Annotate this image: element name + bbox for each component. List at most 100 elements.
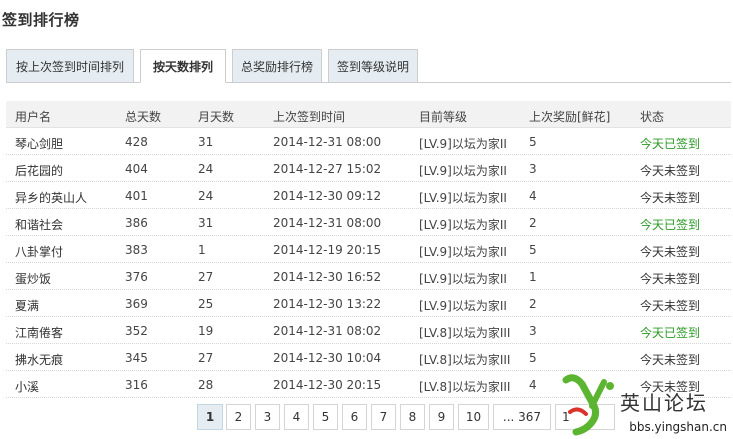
last-checkin-time: 2014-12-19 20:15 [273, 243, 382, 257]
username-link[interactable]: 后花园的 [15, 162, 63, 179]
total-days: 428 [125, 135, 148, 149]
user-level: [LV.9]以坛为家II [419, 218, 507, 232]
user-level: [LV.9]以坛为家II [419, 164, 507, 178]
month-days: 31 [198, 216, 214, 230]
page-button[interactable]: 9 [429, 404, 454, 430]
status-badge: 今天已签到 [640, 137, 701, 151]
last-checkin-time: 2014-12-27 15:02 [273, 162, 382, 176]
last-reward: 5 [529, 135, 537, 149]
status-badge: 今天未签到 [640, 353, 701, 367]
watermark-logo-text: 英山论坛 [620, 391, 708, 415]
last-checkin-time: 2014-12-30 20:15 [273, 378, 382, 392]
status-badge: 今天未签到 [640, 245, 701, 259]
page-button[interactable]: 10 [458, 404, 489, 430]
column-header-last-checkin: 上次签到时间 [273, 110, 346, 124]
month-days: 25 [198, 297, 214, 311]
table-row: 蛋炒饭 376 27 2014-12-30 16:52 [LV.9]以坛为家II… [6, 263, 731, 290]
total-days: 345 [125, 351, 148, 365]
username-link[interactable]: 琴心剑胆 [15, 135, 63, 152]
last-checkin-time: 2014-12-30 10:04 [273, 351, 382, 365]
total-days: 352 [125, 324, 148, 338]
username-link[interactable]: 八卦掌付 [15, 243, 63, 260]
page-button[interactable]: 3 [255, 404, 280, 430]
table-row: 后花园的 404 24 2014-12-27 15:02 [LV.9]以坛为家I… [6, 155, 731, 182]
last-page-button[interactable]: ... 367 [493, 404, 551, 430]
username-link[interactable]: 蛋炒饭 [15, 270, 51, 287]
user-level: [LV.8]以坛为家III [419, 353, 511, 367]
table-row: 拂水无痕 345 27 2014-12-30 10:04 [LV.8]以坛为家I… [6, 344, 731, 371]
user-level: [LV.9]以坛为家II [419, 272, 507, 286]
page-button[interactable]: 2 [226, 404, 251, 430]
table-row: 琴心剑胆 428 31 2014-12-31 08:00 [LV.9]以坛为家I… [6, 128, 731, 155]
total-days: 383 [125, 243, 148, 257]
status-badge: 今天未签到 [640, 272, 701, 286]
total-days: 401 [125, 189, 148, 203]
last-reward: 4 [529, 189, 537, 203]
total-days: 376 [125, 270, 148, 284]
page-button[interactable]: 5 [313, 404, 338, 430]
status-badge: 今天未签到 [640, 164, 701, 178]
tab-total-reward-ranking[interactable]: 总奖励排行榜 [232, 49, 322, 83]
column-header-status: 状态 [640, 110, 665, 124]
username-link[interactable]: 拂水无痕 [15, 351, 63, 368]
table-row: 江南倦客 352 19 2014-12-31 08:02 [LV.8]以坛为家I… [6, 317, 731, 344]
last-checkin-time: 2014-12-30 16:52 [273, 270, 382, 284]
month-days: 19 [198, 324, 214, 338]
user-level: [LV.9]以坛为家II [419, 299, 507, 313]
month-days: 24 [198, 162, 214, 176]
last-checkin-time: 2014-12-31 08:00 [273, 135, 382, 149]
month-days: 1 [198, 243, 206, 257]
table-row: 和谐社会 386 31 2014-12-31 08:00 [LV.9]以坛为家I… [6, 209, 731, 236]
tab-level-description[interactable]: 签到等级说明 [328, 49, 418, 83]
column-header-total-days: 总天数 [125, 110, 162, 124]
username-link[interactable]: 江南倦客 [15, 324, 63, 341]
column-header-level: 目前等级 [419, 110, 468, 124]
page-button-current[interactable]: 1 [197, 404, 223, 430]
page-button[interactable]: 6 [342, 404, 367, 430]
site-watermark: 英山论坛 bbs.yingshan.cn [560, 372, 733, 438]
ranking-table-body: 琴心剑胆 428 31 2014-12-31 08:00 [LV.9]以坛为家I… [6, 128, 731, 398]
column-header-username: 用户名 [15, 110, 52, 124]
tab-bar: 按上次签到时间排列 按天数排列 总奖励排行榜 签到等级说明 [6, 49, 731, 83]
username-link[interactable]: 和谐社会 [15, 216, 63, 233]
table-row: 夏满 369 25 2014-12-30 13:22 [LV.9]以坛为家II … [6, 290, 731, 317]
column-header-last-reward: 上次奖励[鲜花] [529, 110, 611, 124]
page-button[interactable]: 8 [400, 404, 425, 430]
last-reward: 4 [529, 378, 537, 392]
total-days: 386 [125, 216, 148, 230]
column-header-month-days: 月天数 [198, 110, 235, 124]
page-button[interactable]: 4 [284, 404, 309, 430]
table-row: 八卦掌付 383 1 2014-12-19 20:15 [LV.9]以坛为家II… [6, 236, 731, 263]
total-days: 369 [125, 297, 148, 311]
user-level: [LV.9]以坛为家II [419, 137, 507, 151]
table-row: 异乡的英山人 401 24 2014-12-30 09:12 [LV.9]以坛为… [6, 182, 731, 209]
user-level: [LV.9]以坛为家II [419, 191, 507, 205]
last-checkin-time: 2014-12-30 09:12 [273, 189, 382, 203]
user-level: [LV.8]以坛为家III [419, 380, 511, 394]
username-link[interactable]: 小溪 [15, 378, 39, 395]
last-reward: 1 [529, 270, 537, 284]
page-title: 签到排行榜 [2, 11, 80, 29]
tab-sort-by-days[interactable]: 按天数排列 [140, 49, 226, 83]
month-days: 28 [198, 378, 214, 392]
total-days: 316 [125, 378, 148, 392]
status-badge: 今天未签到 [640, 191, 701, 205]
total-days: 404 [125, 162, 148, 176]
user-level: [LV.9]以坛为家II [419, 245, 507, 259]
status-badge: 今天未签到 [640, 299, 701, 313]
last-reward: 5 [529, 351, 537, 365]
tab-sort-by-last-checkin[interactable]: 按上次签到时间排列 [6, 49, 134, 83]
last-reward: 3 [529, 162, 537, 176]
page-button[interactable]: 7 [371, 404, 396, 430]
status-badge: 今天已签到 [640, 218, 701, 232]
month-days: 27 [198, 270, 214, 284]
username-link[interactable]: 夏满 [15, 297, 39, 314]
month-days: 27 [198, 351, 214, 365]
month-days: 31 [198, 135, 214, 149]
last-checkin-time: 2014-12-30 13:22 [273, 297, 382, 311]
last-reward: 5 [529, 243, 537, 257]
last-reward: 2 [529, 216, 537, 230]
username-link[interactable]: 异乡的英山人 [15, 189, 87, 206]
last-reward: 2 [529, 297, 537, 311]
last-checkin-time: 2014-12-31 08:00 [273, 216, 382, 230]
